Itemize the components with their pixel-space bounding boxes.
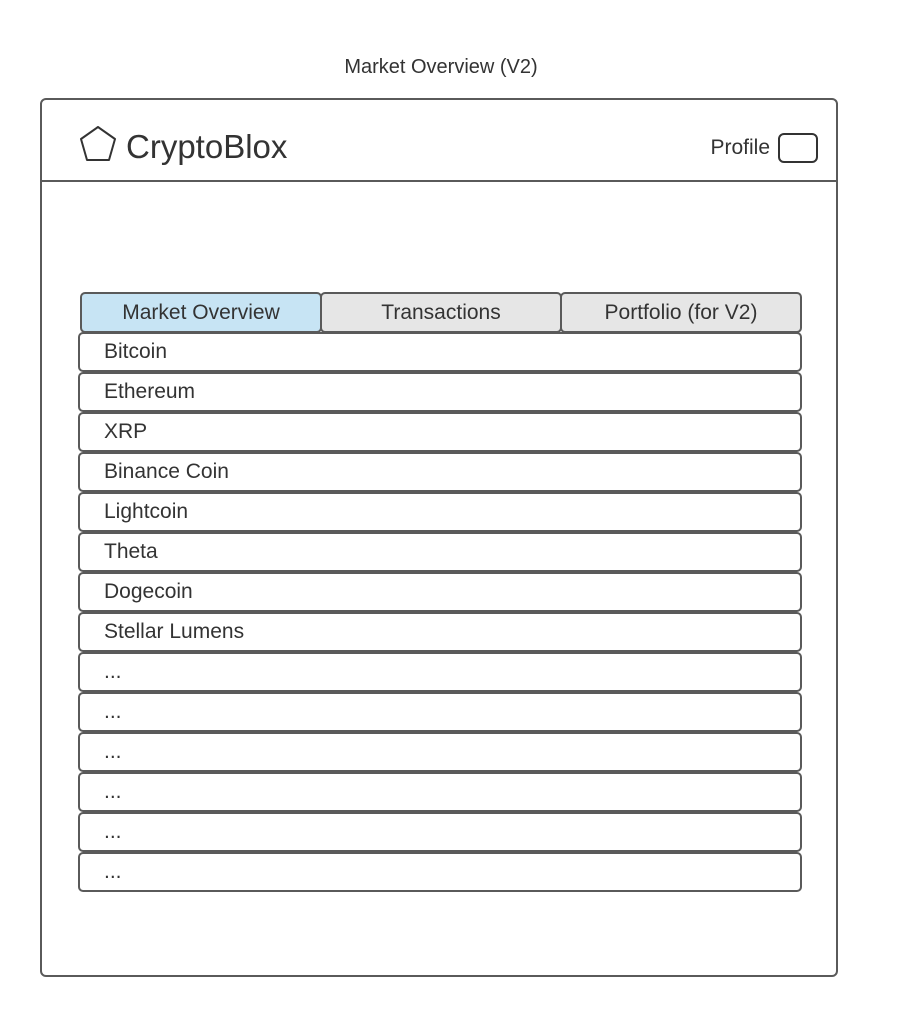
coin-name: Bitcoin: [104, 340, 168, 363]
list-item[interactable]: XRP: [78, 412, 802, 452]
tab-bar: Market Overview Transactions Portfolio (…: [80, 292, 802, 333]
list-item[interactable]: Lightcoin: [78, 492, 802, 532]
tab-label: Portfolio (for V2): [604, 300, 758, 324]
pentagon-logo-icon: [78, 125, 118, 163]
coin-name: ...: [104, 700, 122, 723]
coin-list: Bitcoin Ethereum XRP Binance Coin Lightc…: [78, 332, 802, 892]
coin-name: Lightcoin: [104, 500, 189, 523]
app-window: CryptoBlox Profile Market Overview Trans…: [40, 98, 838, 977]
list-item[interactable]: Bitcoin: [78, 332, 802, 372]
coin-name: Stellar Lumens: [104, 620, 245, 643]
list-item[interactable]: Ethereum: [78, 372, 802, 412]
coin-name: ...: [104, 820, 122, 843]
coin-name: Ethereum: [104, 380, 196, 403]
coin-name: Dogecoin: [104, 580, 193, 603]
tab-transactions[interactable]: Transactions: [320, 292, 562, 333]
coin-name: Theta: [104, 540, 158, 563]
tab-market-overview[interactable]: Market Overview: [80, 292, 322, 333]
brand-logo[interactable]: CryptoBlox: [78, 122, 287, 166]
list-item[interactable]: Stellar Lumens: [78, 612, 802, 652]
app-header: CryptoBlox Profile: [42, 100, 836, 182]
tab-label: Market Overview: [122, 300, 280, 324]
page-title: Market Overview (V2): [344, 56, 538, 78]
coin-name: ...: [104, 860, 122, 883]
list-item[interactable]: ...: [78, 652, 802, 692]
profile-label: Profile: [710, 136, 770, 159]
list-item[interactable]: Theta: [78, 532, 802, 572]
tab-label: Transactions: [381, 300, 501, 324]
list-item[interactable]: ...: [78, 692, 802, 732]
coin-name: ...: [104, 740, 122, 763]
coin-name: Binance Coin: [104, 460, 229, 483]
profile-avatar-icon[interactable]: [778, 133, 818, 163]
list-item[interactable]: Dogecoin: [78, 572, 802, 612]
list-item[interactable]: ...: [78, 732, 802, 772]
list-item[interactable]: Binance Coin: [78, 452, 802, 492]
list-item[interactable]: ...: [78, 772, 802, 812]
coin-name: XRP: [104, 420, 148, 443]
list-item[interactable]: ...: [78, 812, 802, 852]
brand-name: CryptoBlox: [126, 128, 288, 165]
coin-name: ...: [104, 780, 122, 803]
list-item[interactable]: ...: [78, 852, 802, 892]
coin-name: ...: [104, 660, 122, 683]
profile-button[interactable]: Profile: [710, 133, 818, 163]
tab-portfolio[interactable]: Portfolio (for V2): [560, 292, 802, 333]
